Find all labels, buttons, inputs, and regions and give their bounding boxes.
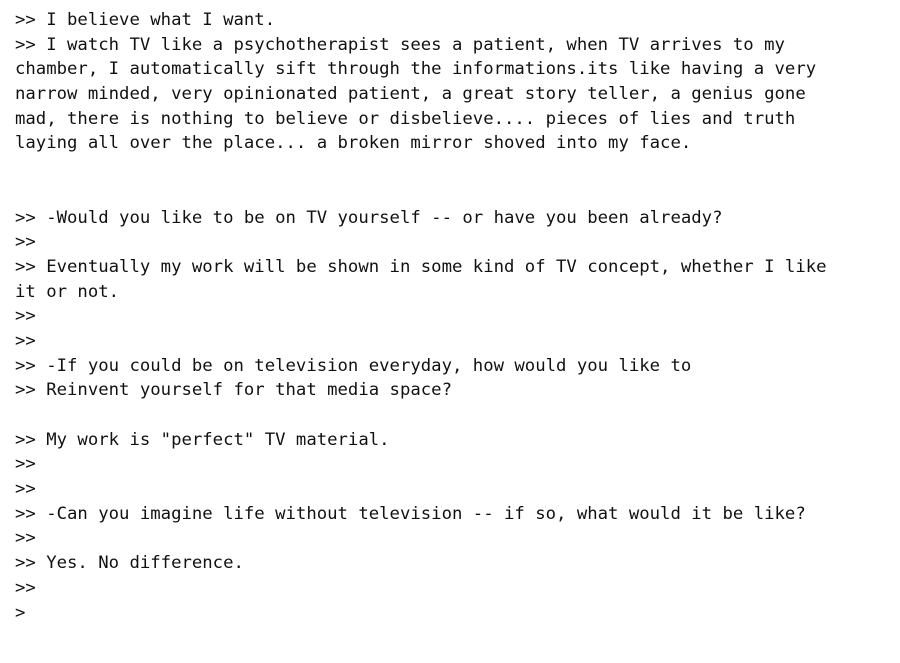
text-line: mad, there is nothing to believe or disb… (15, 108, 796, 129)
quote-marker-line: >> (15, 306, 36, 327)
quote-marker-line: >> (15, 528, 36, 549)
question-line: >> Reinvent yourself for that media spac… (15, 380, 452, 401)
question-line: >> -Can you imagine life without televis… (15, 503, 806, 524)
quote-marker-line: > (15, 602, 26, 623)
quote-marker-line: >> (15, 454, 36, 475)
text-line: >> I watch TV like a psychotherapist see… (15, 34, 785, 55)
quote-marker-line: >> (15, 479, 36, 500)
text-line: laying all over the place... a broken mi… (15, 133, 692, 154)
answer-line: it or not. (15, 281, 120, 302)
text-line: narrow minded, very opinionated patient,… (15, 84, 806, 105)
quote-marker-line: >> (15, 232, 36, 253)
answer-line: >> My work is "perfect" TV material. (15, 429, 390, 450)
text-line: >> I believe what I want. (15, 10, 276, 30)
answer-line: >> Eventually my work will be shown in s… (15, 256, 827, 277)
question-line: >> -Would you like to be on TV yourself … (15, 207, 723, 228)
answer-line: >> Yes. No difference. (15, 553, 244, 574)
quote-marker-line: >> (15, 330, 36, 351)
quote-marker-line: >> (15, 577, 36, 598)
text-line: chamber, I automatically sift through th… (15, 59, 817, 80)
question-line: >> -If you could be on television everyd… (15, 355, 692, 376)
email-quoted-text-body: >> I believe what I want. >> I watch TV … (15, 8, 895, 625)
